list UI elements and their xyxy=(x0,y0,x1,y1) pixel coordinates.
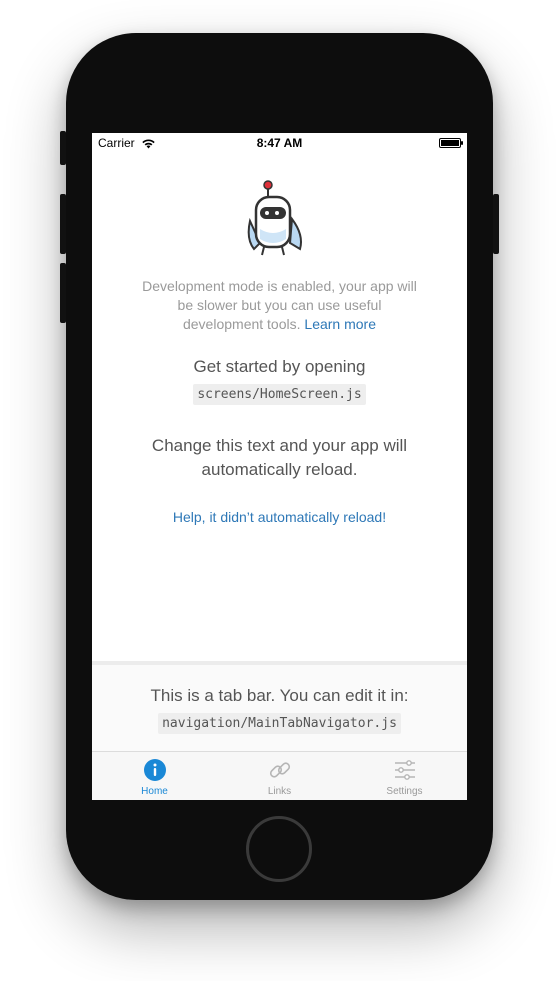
tab-links[interactable]: Links xyxy=(217,752,342,800)
tab-settings-label: Settings xyxy=(386,786,423,797)
link-icon xyxy=(269,762,290,778)
battery-level xyxy=(441,140,459,146)
robot-dev-icon xyxy=(247,180,302,256)
tab-bar-file-path-wrap: navigation/MainTabNavigator.js xyxy=(92,713,467,734)
power-button xyxy=(493,194,499,254)
status-bar: Carrier 8:47 AM xyxy=(92,133,467,153)
tab-bar-file-path: navigation/MainTabNavigator.js xyxy=(158,713,401,734)
app-screen: Carrier 8:47 AM Development mode is enab… xyxy=(92,133,467,800)
tab-links-label: Links xyxy=(267,786,292,797)
tab-bar-info-text: This is a tab bar. You can edit it in: xyxy=(150,686,409,705)
home-button[interactable] xyxy=(246,816,312,882)
mute-switch xyxy=(60,131,66,165)
tab-settings[interactable]: Settings xyxy=(342,752,467,800)
dev-mode-notice: Development mode is enabled, your app wi… xyxy=(142,277,417,334)
tab-home-label: Home xyxy=(141,786,168,797)
volume-up-button xyxy=(60,194,66,254)
battery-icon xyxy=(439,138,463,148)
volume-down-button xyxy=(60,263,66,323)
info-icon xyxy=(143,759,166,781)
get-started-text: Get started by opening xyxy=(193,357,366,376)
help-reload-link[interactable]: Help, it didn’t automatically reload! xyxy=(92,509,467,525)
bottom-tab-bar: Home Links Settings xyxy=(92,751,467,800)
status-time: 8:47 AM xyxy=(256,136,303,150)
learn-more-link[interactable]: Learn more xyxy=(304,316,376,332)
change-text: Change this text and your app will autom… xyxy=(151,436,408,479)
device-stage: Carrier 8:47 AM Development mode is enab… xyxy=(0,0,559,981)
tab-home[interactable]: Home xyxy=(92,752,217,800)
home-content[interactable]: Development mode is enabled, your app wi… xyxy=(92,153,467,661)
home-file-path: screens/HomeScreen.js xyxy=(193,384,366,405)
options-icon xyxy=(394,760,415,780)
tab-bar-info: This is a tab bar. You can edit it in: n… xyxy=(92,661,467,751)
home-file-path-wrap: screens/HomeScreen.js xyxy=(92,384,467,405)
